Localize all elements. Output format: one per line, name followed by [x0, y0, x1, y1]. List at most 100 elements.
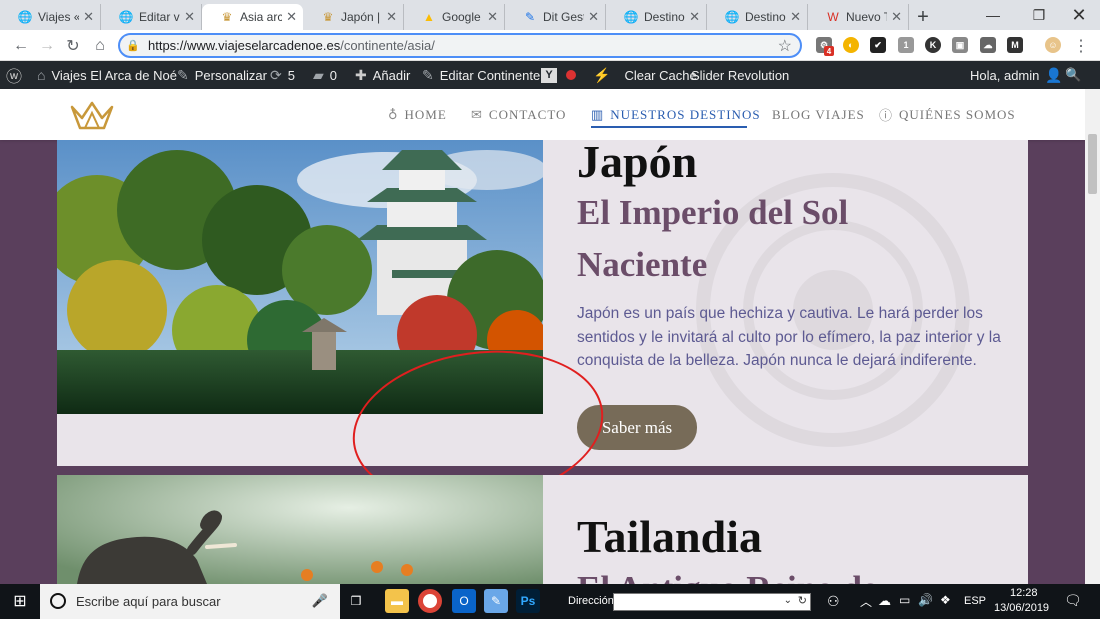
- new-tab-button[interactable]: +: [909, 4, 937, 30]
- wp-customize-label: Personalizar: [194, 67, 267, 83]
- address-bar[interactable]: 🔒 https://www.viajeselarcadenoe.es/conti…: [118, 33, 802, 58]
- volume-icon[interactable]: 🔊: [918, 593, 933, 607]
- wp-comments[interactable]: ▰ 0: [313, 61, 337, 89]
- extension-icon[interactable]: ✔: [870, 37, 886, 53]
- task-view-icon[interactable]: ❒: [344, 589, 368, 613]
- taskbar-search-box[interactable]: Escribe aquí para buscar 🎤: [40, 584, 340, 619]
- wp-clear-cache[interactable]: ⚡ Clear Cache: [593, 61, 697, 89]
- bookmark-star-icon[interactable]: ☆: [778, 36, 792, 56]
- onedrive-icon[interactable]: ☁: [878, 593, 891, 609]
- close-tab-icon[interactable]: ✕: [286, 9, 297, 25]
- user-icon: 👤: [1045, 66, 1063, 83]
- crown-icon: ♛: [221, 10, 233, 24]
- tray-chevron-icon[interactable]: ︿: [860, 593, 872, 610]
- japon-text-block: Japón El Imperio del Sol Naciente Japón …: [543, 140, 1028, 466]
- wp-admin-bar: ⓦ ⌂ Viajes El Arca de Noé ✎ Personalizar ⟳…: [0, 61, 1100, 89]
- wp-add-new[interactable]: ✚ Añadir: [355, 61, 410, 89]
- people-icon[interactable]: ⚇: [827, 593, 840, 610]
- browser-tab[interactable]: W Nuevo Te ✕: [808, 4, 909, 30]
- tailandia-text-block: Tailandia El Antiguo Reino de: [543, 475, 1028, 585]
- reload-button[interactable]: ↻: [62, 35, 84, 57]
- destination-title: Japón: [577, 140, 698, 187]
- wp-clear-cache-label: Clear Cache: [624, 67, 697, 83]
- lock-icon: 🔒: [126, 40, 140, 52]
- nav-contacto[interactable]: ✉ CONTACTO: [471, 89, 566, 140]
- wp-edit[interactable]: ✎ Editar Continente: [422, 61, 540, 89]
- nav-home[interactable]: ♁ HOME: [388, 89, 447, 140]
- wp-customize[interactable]: ✎ Personalizar: [177, 61, 267, 89]
- forward-button[interactable]: →: [36, 35, 58, 57]
- extension-icon[interactable]: M: [1007, 37, 1023, 53]
- windows-start-icon[interactable]: ⊞: [8, 589, 32, 613]
- yoast-seo-icon[interactable]: Y: [541, 61, 557, 89]
- browser-menu-icon[interactable]: ⋮: [1070, 35, 1092, 57]
- close-tab-icon[interactable]: ✕: [891, 9, 902, 25]
- browser-tab-title: Editar viaj: [139, 10, 180, 24]
- file-explorer-icon[interactable]: ▬: [385, 589, 409, 613]
- profile-avatar-icon[interactable]: ☺: [1045, 37, 1061, 53]
- cache-icon: ⚡: [593, 66, 611, 83]
- wp-account[interactable]: Hola, admin 👤: [970, 61, 1063, 89]
- outlook-icon[interactable]: O: [452, 589, 476, 613]
- brush-icon: ✎: [177, 66, 189, 83]
- extension-icon[interactable]: ▣: [952, 37, 968, 53]
- close-tab-icon[interactable]: ✕: [588, 9, 599, 25]
- browser-tab[interactable]: ♛ Asia archi✕: [202, 4, 303, 30]
- extension-icon[interactable]: ◐: [843, 37, 859, 53]
- nav-quienes-somos[interactable]: ⓘ QUIÉNES SOMOS: [879, 89, 1016, 140]
- network-icon[interactable]: ▭: [899, 593, 910, 607]
- thailand-elephant-image: [57, 475, 543, 584]
- nav-destinos-label: NUESTROS DESTINOS: [610, 106, 761, 122]
- browser-tab[interactable]: 🌐 Destino A ✕: [707, 4, 808, 30]
- wp-slider-revolution[interactable]: Slider Revolution: [691, 61, 789, 89]
- page-scrollbar[interactable]: [1085, 89, 1100, 584]
- microphone-icon[interactable]: 🎤: [312, 593, 328, 609]
- map-icon: ▥: [591, 106, 605, 122]
- close-tab-icon[interactable]: ✕: [83, 9, 94, 25]
- notes-icon[interactable]: ✎: [484, 589, 508, 613]
- address-toolbar-input[interactable]: ⌄ ↻: [613, 593, 811, 611]
- wp-site-name-label: Viajes El Arca de Noé: [51, 67, 177, 83]
- close-tab-icon[interactable]: ✕: [487, 9, 498, 25]
- extension-icon[interactable]: 1: [898, 37, 914, 53]
- nav-nuestros-destinos[interactable]: ▥ NUESTROS DESTINOS: [591, 89, 761, 140]
- browser-tab[interactable]: 🌐 Editar viaj ✕: [101, 4, 202, 30]
- browser-tab[interactable]: ♛ Japón | Vi ✕: [303, 4, 404, 30]
- dropbox-icon[interactable]: ❖: [940, 593, 951, 607]
- scrollbar-thumb[interactable]: [1088, 134, 1097, 194]
- wp-add-new-label: Añadir: [372, 67, 411, 83]
- nav-blog-viajes[interactable]: BLOG VIAJES: [772, 89, 865, 140]
- wp-updates[interactable]: ⟳ 5: [270, 61, 295, 89]
- photoshop-icon[interactable]: Ps: [516, 589, 540, 613]
- notifications-icon[interactable]: 🗨: [1064, 592, 1082, 609]
- browser-tab[interactable]: ✎ Dit Gestic ✕: [505, 4, 606, 30]
- clock-date[interactable]: 13/06/2019: [994, 602, 1049, 614]
- updates-icon: ⟳: [270, 66, 282, 83]
- minimize-button[interactable]: —: [970, 0, 1016, 30]
- close-tab-icon[interactable]: ✕: [184, 9, 195, 25]
- clock-time[interactable]: 12:28: [1010, 587, 1038, 599]
- close-tab-icon[interactable]: ✕: [689, 9, 700, 25]
- browser-toolbar: ← → ↻ ⌂ 🔒 https://www.viajeselarcadenoe.…: [0, 30, 1100, 61]
- info-icon: ⓘ: [879, 108, 894, 123]
- browser-tab[interactable]: ▲ Google A ✕: [404, 4, 505, 30]
- close-tab-icon[interactable]: ✕: [386, 9, 397, 25]
- back-button[interactable]: ←: [10, 35, 32, 57]
- browser-tab-title: Dit Gestic: [543, 10, 584, 24]
- home-button[interactable]: ⌂: [89, 35, 111, 57]
- crown-logo-icon[interactable]: [69, 99, 115, 131]
- language-indicator[interactable]: ESP: [964, 595, 986, 607]
- envelope-icon: ✉: [471, 106, 483, 122]
- wp-site-name[interactable]: ⌂ Viajes El Arca de Noé: [37, 61, 177, 89]
- wordpress-logo-icon[interactable]: ⓦ: [6, 61, 28, 89]
- browser-tab-title: Nuevo Te: [846, 10, 887, 24]
- chrome-icon[interactable]: [418, 589, 442, 613]
- windows-taskbar: ⊞ Escribe aquí para buscar 🎤 ❒ ▬ O ✎ Ps …: [0, 584, 1100, 619]
- extension-icon[interactable]: K: [925, 37, 941, 53]
- close-window-button[interactable]: ✕: [1056, 0, 1100, 30]
- wp-search-icon[interactable]: 🔍: [1065, 61, 1081, 89]
- close-tab-icon[interactable]: ✕: [790, 9, 801, 25]
- browser-tab[interactable]: 🌐 Viajes « Vi ✕: [0, 4, 101, 30]
- extension-icon[interactable]: ☁: [980, 37, 996, 53]
- browser-tab[interactable]: 🌐 Destino A ✕: [606, 4, 707, 30]
